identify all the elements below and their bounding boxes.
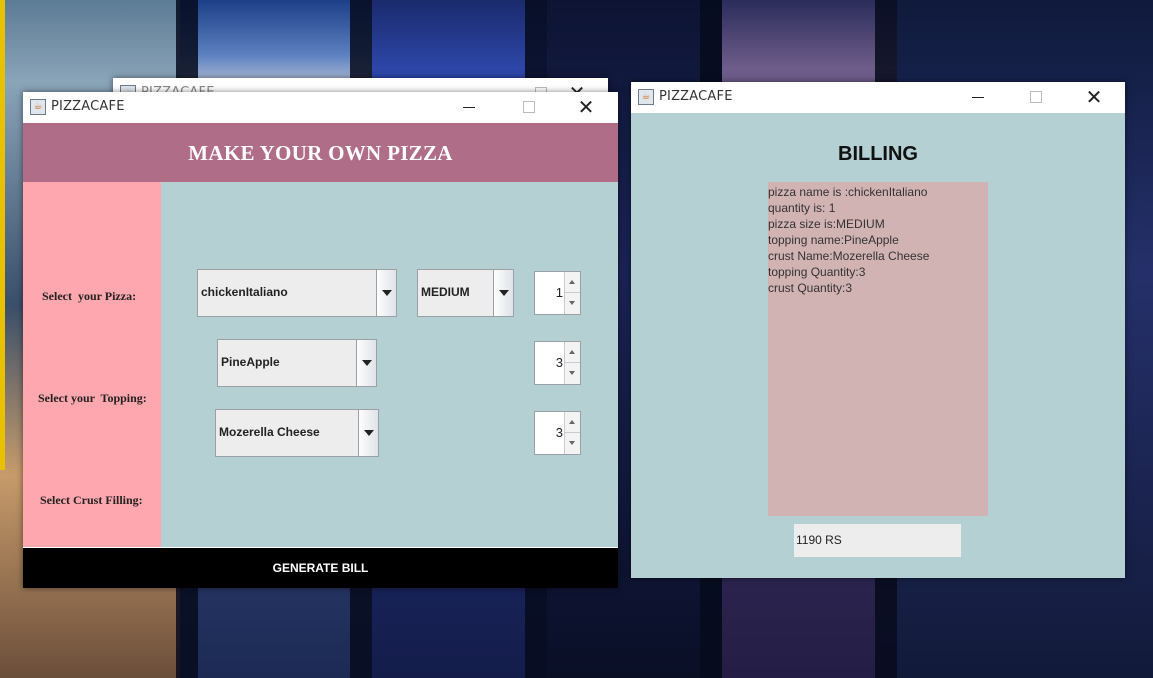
crust-select[interactable]: Mozerella Cheese (215, 409, 379, 457)
pizza-order-window: ☕ PIZZACAFE ✕ MAKE YOUR OWN PIZZA Select… (23, 92, 618, 588)
crust-quantity-stepper[interactable]: 3 (534, 411, 581, 455)
chevron-down-icon[interactable] (376, 270, 396, 316)
java-coffee-icon: ☕ (638, 89, 654, 105)
close-icon[interactable]: ✕ (563, 92, 609, 122)
topping-select-value: PineApple (221, 355, 280, 369)
pizza-select[interactable]: chickenItaliano (197, 269, 397, 317)
arrow-down-icon[interactable] (565, 433, 580, 454)
total-amount-field[interactable]: 1190 RS (794, 524, 961, 557)
crust-quantity-value: 3 (555, 425, 563, 440)
pizza-quantity-stepper[interactable]: 1 (534, 271, 581, 315)
billing-heading: BILLING (838, 143, 918, 165)
labels-panel: Select your Pizza: Select your Topping: … (23, 182, 161, 547)
arrow-down-icon[interactable] (565, 363, 580, 384)
java-coffee-icon: ☕ (30, 99, 46, 115)
crust-select-value: Mozerella Cheese (219, 425, 320, 439)
pizza-quantity-value: 1 (555, 285, 563, 300)
maximize-icon[interactable] (1013, 82, 1059, 112)
chevron-down-icon[interactable] (356, 340, 376, 386)
close-icon[interactable]: ✕ (1071, 82, 1117, 112)
crust-label: Select Crust Filling: (40, 493, 143, 507)
window-title: PIZZACAFE (51, 99, 125, 114)
bill-line: pizza name is :chickenItaliano (768, 185, 928, 199)
size-select-value: MEDIUM (421, 285, 470, 299)
bill-line: crust Name:Mozerella Cheese (768, 249, 930, 263)
bill-line: topping name:PineApple (768, 233, 899, 247)
page-title: MAKE YOUR OWN PIZZA (23, 123, 618, 182)
desktop-edge-bar (0, 0, 5, 470)
pizza-label: Select your Pizza: (42, 289, 137, 303)
minimize-icon[interactable] (955, 82, 1001, 112)
chevron-down-icon[interactable] (358, 410, 378, 456)
window-title: PIZZACAFE (659, 89, 733, 104)
arrow-down-icon[interactable] (565, 293, 580, 314)
bill-line: crust Quantity:3 (768, 281, 853, 295)
topping-quantity-value: 3 (555, 355, 563, 370)
bill-line: quantity is: 1 (768, 201, 836, 215)
topping-label: Select your Topping: (38, 391, 147, 405)
topping-select[interactable]: PineApple (217, 339, 377, 387)
selection-panel: chickenItaliano MEDIUM 1 PineApple 3 Moz… (161, 182, 618, 547)
bill-line: topping Quantity:3 (768, 265, 866, 279)
minimize-icon[interactable] (446, 92, 492, 122)
billing-window-titlebar[interactable]: ☕ PIZZACAFE ✕ (631, 82, 1125, 112)
arrow-up-icon[interactable] (565, 272, 580, 293)
generate-bill-button[interactable]: GENERATE BILL (23, 548, 618, 588)
billing-panel: BILLING pizza name is :chickenItaliano q… (631, 113, 1125, 578)
bill-line: pizza size is:MEDIUM (768, 217, 885, 231)
arrow-up-icon[interactable] (565, 342, 580, 363)
topping-quantity-stepper[interactable]: 3 (534, 341, 581, 385)
billing-window: ☕ PIZZACAFE ✕ BILLING pizza name is :chi… (631, 82, 1125, 578)
size-select[interactable]: MEDIUM (417, 269, 514, 317)
bill-text-area[interactable]: pizza name is :chickenItaliano quantity … (768, 182, 988, 516)
arrow-up-icon[interactable] (565, 412, 580, 433)
pizza-window-titlebar[interactable]: ☕ PIZZACAFE ✕ (23, 92, 618, 122)
chevron-down-icon[interactable] (493, 270, 513, 316)
pizza-select-value: chickenItaliano (201, 285, 288, 299)
bill-lines: pizza name is :chickenItaliano quantity … (768, 184, 929, 296)
maximize-icon[interactable] (506, 92, 552, 122)
